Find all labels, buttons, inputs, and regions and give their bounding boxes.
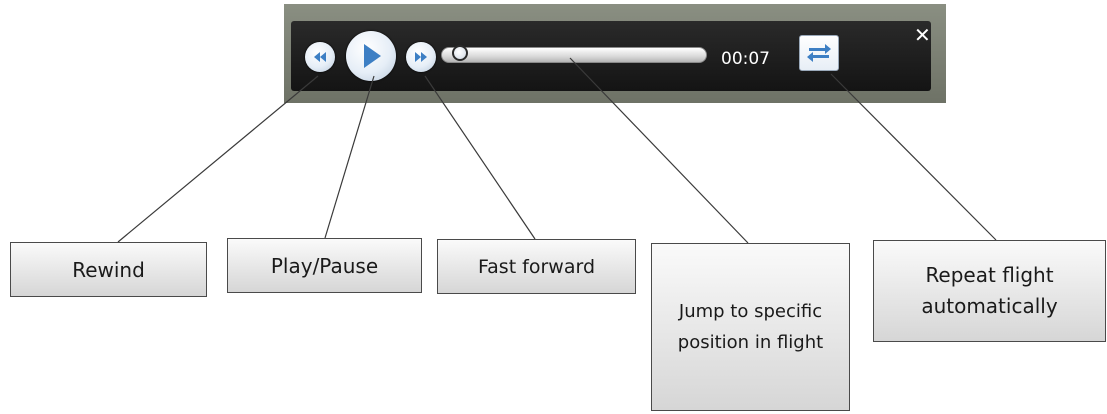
leader-lines: [117, 57, 997, 244]
callout-jump-to-position: Jump to specific position in flight: [651, 243, 850, 411]
leader-line-repeat: [830, 73, 997, 241]
leader-line-rewind: [117, 75, 319, 243]
callout-rewind: Rewind: [10, 242, 207, 297]
callout-fast-forward: Fast forward: [437, 239, 636, 294]
leader-line-seek: [569, 57, 749, 244]
leader-line-fast-forward: [424, 75, 536, 240]
callout-repeat-flight: Repeat flight automatically: [873, 240, 1106, 342]
leader-line-play: [324, 75, 375, 239]
callout-play-pause: Play/Pause: [227, 238, 422, 293]
